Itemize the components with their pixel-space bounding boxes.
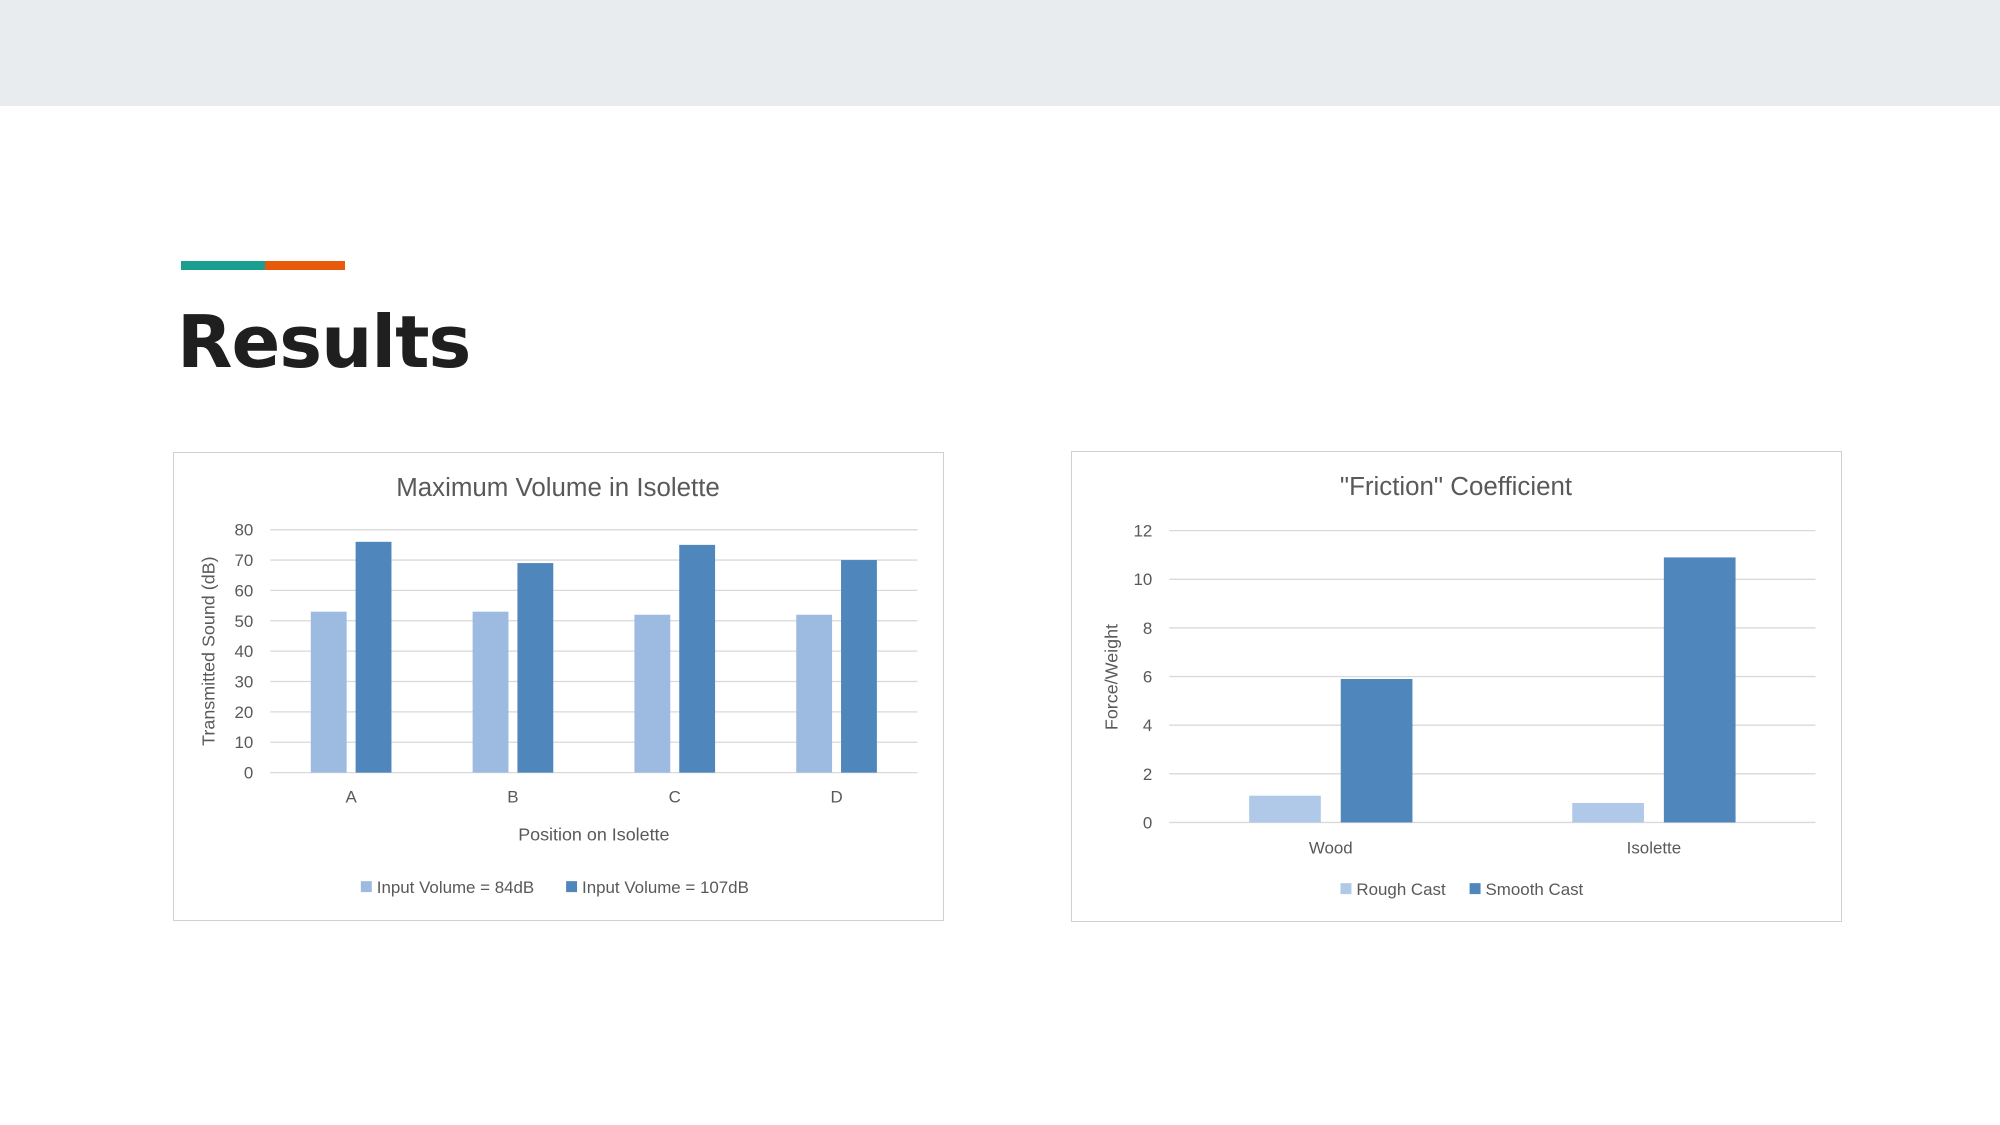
y-tick-label: 10: [1133, 570, 1152, 589]
header-band: [0, 0, 2000, 106]
y-tick-label: 50: [234, 612, 253, 631]
bar-rough-cast-wood: [1249, 795, 1321, 823]
x-tick-label: Isolette: [1627, 838, 1682, 857]
y-axis-label: Force/Weight: [1101, 624, 1121, 730]
y-tick-label: 12: [1133, 522, 1152, 541]
legend-label: Rough Cast: [1356, 880, 1446, 899]
accent-bar-orange: [265, 261, 345, 270]
y-tick-label: 10: [234, 733, 253, 752]
y-tick-label: 20: [234, 703, 253, 722]
bar-input-volume-107db-c: [679, 544, 716, 773]
y-tick-label: 2: [1143, 765, 1152, 784]
chart-maximum-volume: Maximum Volume in Isolette 0 10 20 30 40 50 60 7…: [173, 452, 944, 921]
chart-friction-coefficient: "Friction" Coefficient 0 2 4 6 8 10 12 Wood Isole…: [1071, 451, 1842, 922]
chart-volume-svg: Maximum Volume in Isolette 0 10 20 30 40 50 60 7…: [198, 474, 918, 897]
bar-smooth-cast-wood: [1340, 678, 1413, 823]
legend-label: Input Volume = 107dB: [582, 878, 749, 897]
y-tick-label: 70: [234, 551, 253, 570]
y-axis-label: Transmitted Sound (dB): [198, 556, 218, 745]
y-tick-label: 30: [234, 672, 253, 691]
y-tick-label: 0: [1143, 813, 1152, 832]
bar-input-volume-107db-a: [355, 541, 392, 773]
bar-input-volume-107db-b: [517, 563, 554, 773]
y-tick-label: 80: [234, 521, 253, 540]
y-tick-label: 40: [234, 642, 253, 661]
legend-label: Smooth Cast: [1486, 880, 1584, 899]
legend-swatch: [566, 881, 578, 893]
bar-rough-cast-isolette: [1572, 802, 1644, 823]
x-axis-label: Position on Isolette: [518, 824, 669, 844]
x-tick-label: A: [345, 788, 357, 807]
bar-input-volume-84db-b: [472, 611, 509, 773]
slide-title: Results: [177, 300, 471, 384]
legend-label: Input Volume = 84dB: [377, 878, 534, 897]
bar-input-volume-107db-d: [841, 560, 877, 773]
chart-friction-svg: "Friction" Coefficient 0 2 4 6 8 10 12 Wood Isole…: [1101, 473, 1816, 899]
legend-swatch: [1469, 883, 1481, 895]
x-tick-label: B: [507, 788, 518, 807]
y-tick-label: 4: [1143, 716, 1152, 735]
y-tick-label: 60: [234, 581, 253, 600]
chart-title: Maximum Volume in Isolette: [396, 474, 720, 502]
y-tick-label: 8: [1143, 619, 1152, 638]
x-tick-label: C: [669, 788, 681, 807]
chart-title: "Friction" Coefficient: [1340, 473, 1572, 501]
y-tick-label: 6: [1143, 668, 1152, 687]
bar-input-volume-84db-a: [310, 611, 347, 773]
bar-smooth-cast-isolette: [1663, 557, 1736, 823]
bar-input-volume-84db-d: [796, 614, 833, 773]
x-tick-label: D: [830, 788, 842, 807]
bar-input-volume-84db-c: [634, 614, 671, 773]
legend-swatch: [360, 881, 372, 893]
x-tick-label: Wood: [1309, 838, 1353, 857]
accent-bar-teal: [181, 261, 265, 270]
legend-swatch: [1340, 883, 1352, 895]
y-tick-label: 0: [244, 764, 253, 783]
